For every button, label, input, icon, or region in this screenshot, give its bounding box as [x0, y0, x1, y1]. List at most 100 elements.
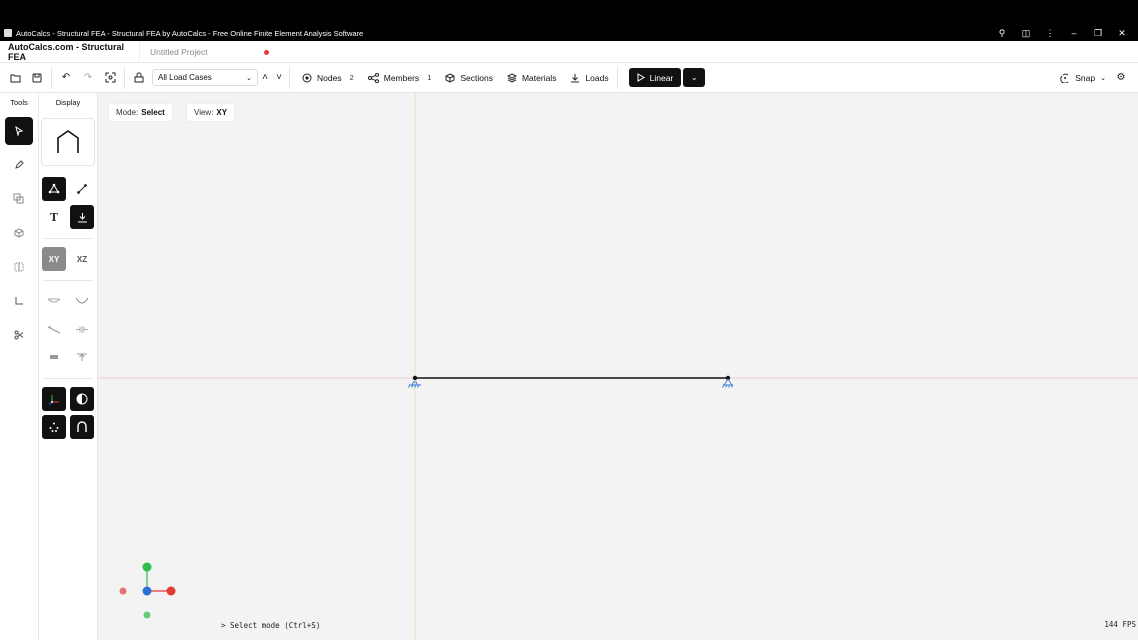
extensions-icon[interactable]: ◫	[1014, 28, 1038, 39]
view-xz-button[interactable]: XZ	[70, 247, 94, 271]
zoom-icon[interactable]: ⚲	[990, 28, 1014, 39]
download-arrow-icon	[571, 73, 580, 82]
sections-button[interactable]: Sections	[445, 73, 493, 83]
project-tab-label: Untitled Project	[150, 46, 208, 57]
gizmo-neg-y-handle[interactable]	[143, 611, 151, 619]
render-mode-toggle[interactable]	[70, 387, 94, 411]
play-icon	[637, 73, 645, 82]
window-titlebar: AutoCalcs - Structural FEA - Structural …	[0, 0, 1138, 41]
gizmo-z-handle[interactable]	[142, 586, 152, 596]
show-members-toggle[interactable]	[70, 177, 94, 201]
minimize-icon[interactable]: –	[1062, 28, 1086, 38]
nodes-display-icon	[48, 183, 60, 194]
toolbar-divider	[289, 66, 290, 89]
stress-icon	[77, 353, 87, 361]
extrude-tool-button[interactable]	[5, 219, 33, 247]
more-icon[interactable]: ⋮	[1038, 28, 1062, 39]
nodes-label: Nodes	[317, 72, 342, 83]
app-icon	[4, 29, 12, 37]
loads-label: Loads	[585, 72, 609, 83]
display-toggles: T	[39, 166, 97, 232]
nodes-count: 2	[349, 73, 354, 82]
axial-diagram-toggle[interactable]	[70, 317, 94, 341]
frame-view-toggle[interactable]	[70, 415, 94, 439]
open-folder-icon[interactable]	[4, 67, 26, 89]
show-labels-toggle[interactable]: T	[42, 205, 66, 229]
axis-tool-button[interactable]	[5, 287, 33, 315]
mode-label: Mode:	[116, 108, 139, 117]
run-analysis-button[interactable]: Linear	[628, 68, 682, 87]
toolbar-divider	[51, 66, 52, 89]
window-title: AutoCalcs - Structural FEA - Structural …	[4, 26, 363, 40]
shear-diagram-toggle[interactable]	[42, 317, 66, 341]
model-viewport[interactable]	[98, 93, 1138, 640]
project-tab[interactable]: Untitled Project	[139, 40, 269, 63]
members-button[interactable]: Members 1	[367, 72, 431, 83]
member-display-icon	[77, 184, 87, 194]
chevron-down-icon: ⌄	[690, 73, 698, 82]
load-case-select[interactable]: All Load Cases ⌄	[152, 69, 258, 86]
pencil-icon	[15, 160, 24, 169]
mirror-tool-button[interactable]	[5, 253, 33, 281]
copy-tool-button[interactable]	[5, 185, 33, 213]
view-options	[39, 379, 97, 442]
loads-button[interactable]: Loads	[570, 72, 609, 83]
select-tool-button[interactable]	[5, 117, 33, 145]
chevron-down-icon: ⌄	[1100, 74, 1106, 82]
undo-icon[interactable]: ↶	[55, 67, 77, 89]
gizmo-neg-x-handle[interactable]	[119, 587, 127, 595]
display-panel: Display T XY XZ	[39, 93, 98, 640]
fit-view-icon[interactable]	[99, 67, 121, 89]
support-icon[interactable]	[722, 378, 734, 388]
previous-load-case-icon[interactable]: ˄	[258, 67, 272, 89]
scissors-icon	[14, 330, 24, 340]
axial-icon	[76, 325, 88, 333]
show-points-toggle[interactable]	[42, 415, 66, 439]
redo-icon[interactable]: ↷	[77, 67, 99, 89]
view-xy-button[interactable]: XY	[42, 247, 66, 271]
stress-toggle[interactable]	[70, 345, 94, 369]
gear-icon[interactable]: ⚙	[1110, 67, 1132, 89]
box-icon	[14, 228, 24, 238]
draw-tool-button[interactable]	[5, 151, 33, 179]
save-icon[interactable]	[26, 67, 48, 89]
nodes-button[interactable]: Nodes 2	[302, 73, 354, 83]
model-canvas[interactable]: Mode: Select View: XY > Select mode (Ctr…	[98, 93, 1138, 640]
materials-button[interactable]: Materials	[506, 73, 556, 83]
tools-tab[interactable]: Tools	[0, 93, 38, 112]
reactions-toggle[interactable]	[42, 345, 66, 369]
copy-icon	[13, 193, 24, 204]
snap-label: Snap	[1075, 72, 1096, 83]
show-loads-toggle[interactable]	[70, 205, 94, 229]
window-controls: ⚲ ◫ ⋮ – ❐ ✕	[990, 26, 1134, 40]
scatter-dots-icon	[49, 422, 59, 432]
show-nodes-toggle[interactable]	[42, 177, 66, 201]
cut-tool-button[interactable]	[5, 321, 33, 349]
view-label: View:	[194, 108, 214, 117]
fps-counter: 144 FPS	[1104, 620, 1136, 629]
sections-label: Sections	[460, 72, 493, 83]
restore-icon[interactable]: ❐	[1086, 28, 1110, 39]
lock-icon[interactable]	[128, 67, 150, 89]
app-header: AutoCalcs.com - Structural FEA Untitled …	[0, 40, 1138, 63]
close-icon[interactable]: ✕	[1110, 28, 1134, 39]
arch-icon	[77, 421, 87, 432]
members-icon	[367, 72, 379, 83]
view-indicator: View: XY	[186, 103, 236, 122]
display-tab[interactable]: Display	[39, 93, 97, 112]
view-value: XY	[216, 108, 228, 117]
moment-diagram-toggle[interactable]	[42, 289, 66, 313]
magnet-icon	[1060, 73, 1069, 83]
show-axes-toggle[interactable]	[42, 387, 66, 411]
console-output: > Select mode (Ctrl+S)	[221, 621, 321, 630]
gizmo-x-handle[interactable]	[166, 586, 176, 596]
snap-button[interactable]: Snap ⌄	[1060, 73, 1106, 83]
axis-gizmo[interactable]	[119, 562, 176, 619]
gizmo-y-handle[interactable]	[142, 562, 152, 572]
next-load-case-icon[interactable]: ˅	[272, 67, 286, 89]
members-label: Members	[383, 72, 420, 83]
analysis-options-button[interactable]: ⌄	[683, 68, 706, 87]
deflection-toggle[interactable]	[70, 289, 94, 313]
node-1[interactable]	[412, 375, 418, 381]
tools-panel: Tools	[0, 93, 39, 640]
